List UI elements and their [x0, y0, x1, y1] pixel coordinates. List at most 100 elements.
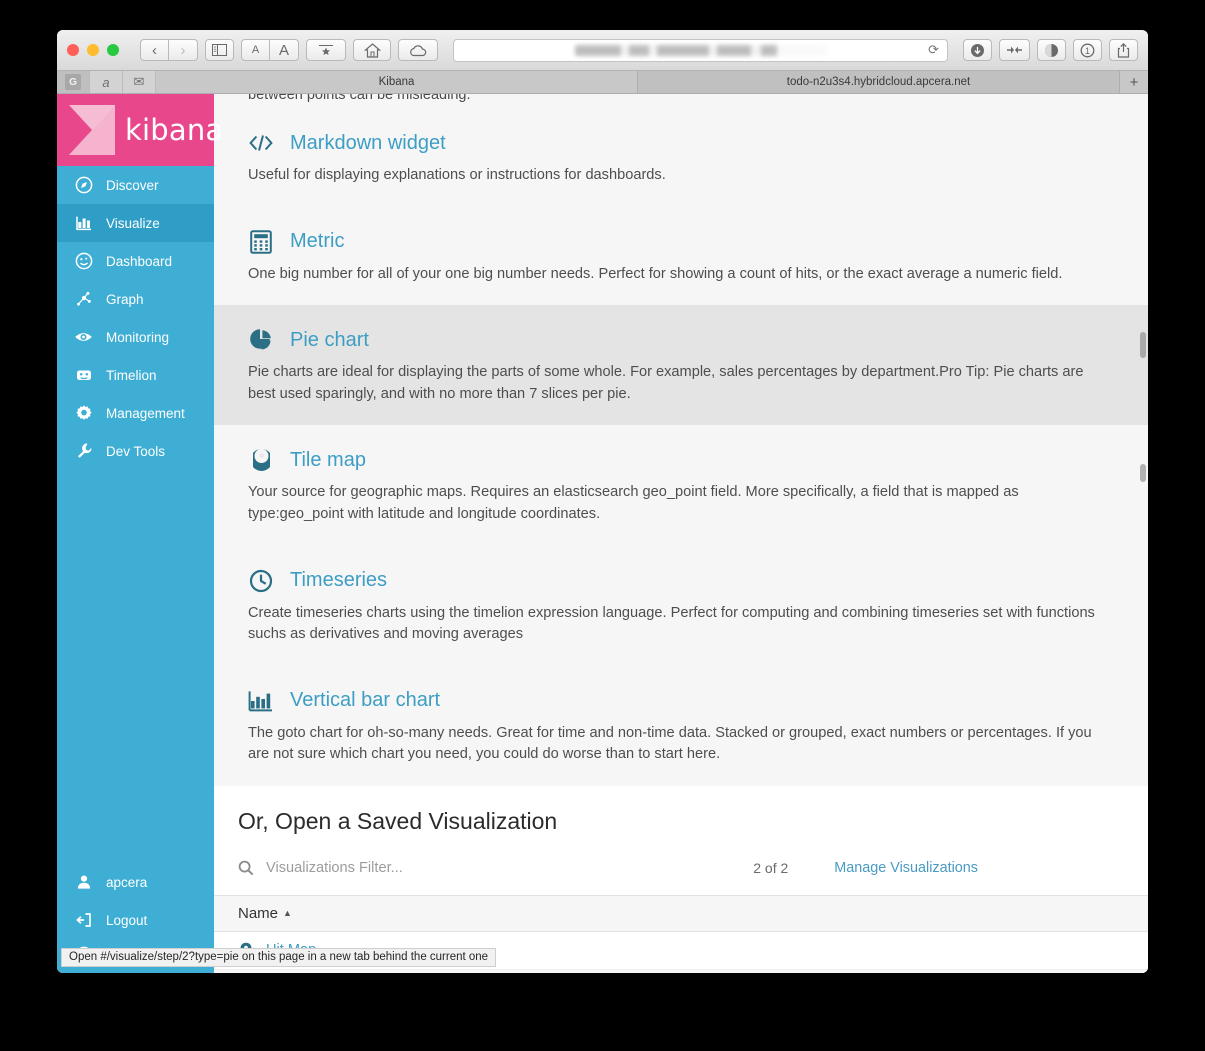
- cloud-icon: [410, 44, 427, 56]
- privacy-icon: [1045, 43, 1058, 57]
- viz-type-description: One big number for all of your one big n…: [248, 265, 1063, 282]
- reload-icon[interactable]: ⟳: [928, 42, 939, 58]
- privacy-button[interactable]: [1037, 39, 1066, 61]
- sidebar-item-visualize[interactable]: Visualize: [57, 204, 214, 242]
- font-size-buttons: A A: [241, 39, 299, 61]
- tab-title: Kibana: [378, 76, 415, 88]
- sidebar-nav: Discover Visualize Dashboard Graph Monit…: [57, 166, 214, 470]
- back-button[interactable]: ‹: [140, 39, 169, 61]
- kibana-logo-mark: [69, 105, 115, 155]
- sidebar-item-logout[interactable]: Logout: [57, 901, 214, 939]
- tab-title: todo-n2u3s4.hybridcloud.apcera.net: [786, 76, 971, 88]
- increase-font-button[interactable]: A: [270, 39, 299, 61]
- sort-ascending-icon: ▲: [283, 908, 292, 919]
- address-bar[interactable]: ⟳: [453, 38, 948, 62]
- maximize-window-button[interactable]: [107, 44, 119, 56]
- sidebar-item-timelion[interactable]: Timelion: [57, 356, 214, 394]
- visualizations-filter-input[interactable]: [266, 859, 744, 876]
- manage-visualizations-link[interactable]: Manage Visualizations: [834, 860, 978, 876]
- viz-header: Vertical bar chart: [248, 688, 1114, 714]
- status-bar-text: Open #/visualize/step/2?type=pie on this…: [69, 951, 489, 963]
- wrench-icon: [74, 442, 93, 461]
- download-icon: [971, 43, 984, 57]
- window-controls: [67, 44, 119, 56]
- share-button[interactable]: [1109, 39, 1138, 61]
- code-icon: [248, 130, 274, 156]
- tab-kibana[interactable]: Kibana: [156, 71, 638, 93]
- downloads-button[interactable]: [963, 39, 992, 61]
- sidebar-item-user[interactable]: apcera: [57, 863, 214, 901]
- sidebar-item-label: Logout: [106, 912, 148, 928]
- browser-toolbar: ‹ › A A ⟳ 1: [57, 30, 1148, 71]
- scrollbar-thumb-secondary[interactable]: [1140, 464, 1146, 482]
- clock-icon: [248, 568, 274, 594]
- back-chevron-icon: ‹: [152, 41, 157, 59]
- viz-type-title[interactable]: Pie chart: [290, 329, 369, 352]
- bookmark-google[interactable]: G: [57, 71, 90, 93]
- password-manager-button[interactable]: 1: [1073, 39, 1102, 61]
- nav-buttons: ‹ ›: [140, 39, 198, 61]
- share-icon: [1117, 42, 1130, 58]
- viz-type-metric[interactable]: Metric One big number for all of your on…: [214, 206, 1148, 306]
- browser-window: ‹ › A A ⟳ 1 G a ✉ Kibana todo-n2u3s4.hyb…: [57, 30, 1148, 973]
- viz-type-tile-map[interactable]: Tile map Your source for geographic maps…: [214, 425, 1148, 546]
- main-content: between points can be misleading. Markdo…: [214, 94, 1148, 973]
- sidebar-toggle-button[interactable]: [205, 39, 234, 61]
- piechart-icon: [248, 327, 274, 353]
- clipped-previous-description: between points can be misleading.: [214, 94, 1148, 108]
- viz-type-title[interactable]: Vertical bar chart: [290, 689, 440, 712]
- icloud-tabs-button[interactable]: [398, 39, 438, 61]
- viz-type-timeseries[interactable]: Timeseries Create timeseries charts usin…: [214, 545, 1148, 666]
- viz-type-title[interactable]: Tile map: [290, 449, 366, 472]
- sidebar-item-label: Management: [106, 405, 185, 421]
- viz-header: Pie chart: [248, 327, 1114, 353]
- scrollbar-thumb[interactable]: [1140, 332, 1146, 358]
- viz-type-title[interactable]: Metric: [290, 230, 344, 253]
- sidebar-item-label: Visualize: [106, 215, 160, 231]
- column-header-name: Name: [238, 904, 279, 922]
- sidebar-item-dev-tools[interactable]: Dev Tools: [57, 432, 214, 470]
- page-viewport: kibana Discover Visualize Dashboard Grap…: [57, 94, 1148, 973]
- sidebar-item-graph[interactable]: Graph: [57, 280, 214, 318]
- saved-table-header[interactable]: Name ▲: [214, 894, 1148, 932]
- viz-type-vertical-bar-chart[interactable]: Vertical bar chart The goto chart for oh…: [214, 665, 1148, 786]
- reader-view-button[interactable]: [306, 39, 346, 61]
- barchart-icon: [248, 688, 274, 714]
- user-icon: [74, 873, 93, 892]
- new-tab-button[interactable]: +: [1120, 71, 1148, 93]
- home-icon: [363, 42, 381, 58]
- sidebar-item-discover[interactable]: Discover: [57, 166, 214, 204]
- viz-type-pie-chart[interactable]: Pie chart Pie charts are ideal for displ…: [214, 305, 1148, 426]
- bookmark-amazon[interactable]: a: [90, 71, 123, 93]
- viz-type-title[interactable]: Markdown widget: [290, 132, 446, 155]
- viz-type-markdown-widget[interactable]: Markdown widget Useful for displaying ex…: [214, 108, 1148, 207]
- sidebar-item-management[interactable]: Management: [57, 394, 214, 432]
- graph-icon: [74, 290, 93, 309]
- sidebar-item-label: apcera: [106, 874, 148, 890]
- sidebar-icon: [212, 44, 227, 56]
- tab-todo-host[interactable]: todo-n2u3s4.hybridcloud.apcera.net: [638, 71, 1120, 93]
- saved-visualizations-section: Or, Open a Saved Visualization: [214, 785, 1148, 841]
- close-window-button[interactable]: [67, 44, 79, 56]
- sidebar-item-monitoring[interactable]: Monitoring: [57, 318, 214, 356]
- home-button[interactable]: [353, 39, 391, 61]
- timelion-icon: [74, 366, 93, 385]
- extension-icon: [1007, 46, 1022, 54]
- viz-type-title[interactable]: Timeseries: [290, 569, 387, 592]
- sidebar-item-dashboard[interactable]: Dashboard: [57, 242, 214, 280]
- plus-icon: +: [1129, 73, 1139, 91]
- minimize-window-button[interactable]: [87, 44, 99, 56]
- results-count: 2 of 2: [753, 859, 789, 876]
- bookmark-mail[interactable]: ✉: [123, 71, 156, 93]
- kibana-sidebar: kibana Discover Visualize Dashboard Grap…: [57, 94, 223, 973]
- vertical-scrollbar[interactable]: [1139, 94, 1146, 973]
- kibana-logo[interactable]: kibana: [57, 94, 223, 166]
- logout-icon: [74, 911, 93, 930]
- decrease-font-button[interactable]: A: [241, 39, 270, 61]
- map-marker-icon: [248, 447, 274, 473]
- forward-button[interactable]: ›: [169, 39, 198, 61]
- eye-icon: [74, 328, 93, 347]
- extension-button[interactable]: [999, 39, 1030, 61]
- table-row[interactable]: Return Codes: [214, 969, 1148, 973]
- dashboard-icon: [74, 252, 93, 271]
